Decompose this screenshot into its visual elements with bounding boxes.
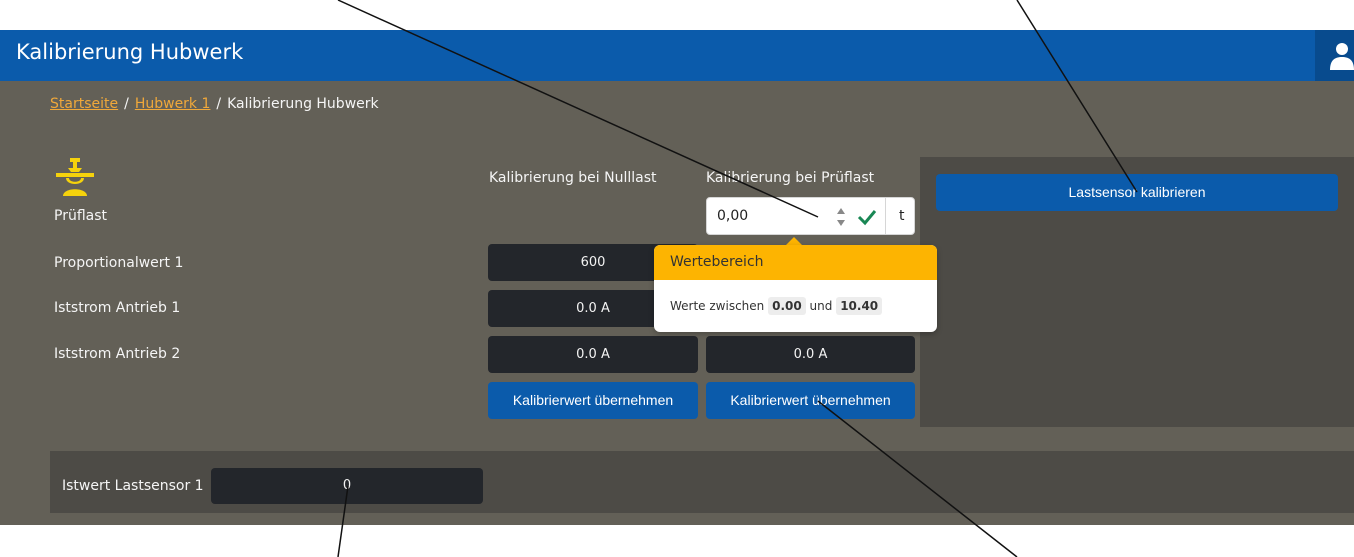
annotation-line [337, 0, 819, 218]
annotation-line [817, 400, 1018, 557]
annotation-lines [337, 0, 1138, 557]
annotation-line [1016, 0, 1138, 193]
annotation-line [337, 485, 349, 557]
